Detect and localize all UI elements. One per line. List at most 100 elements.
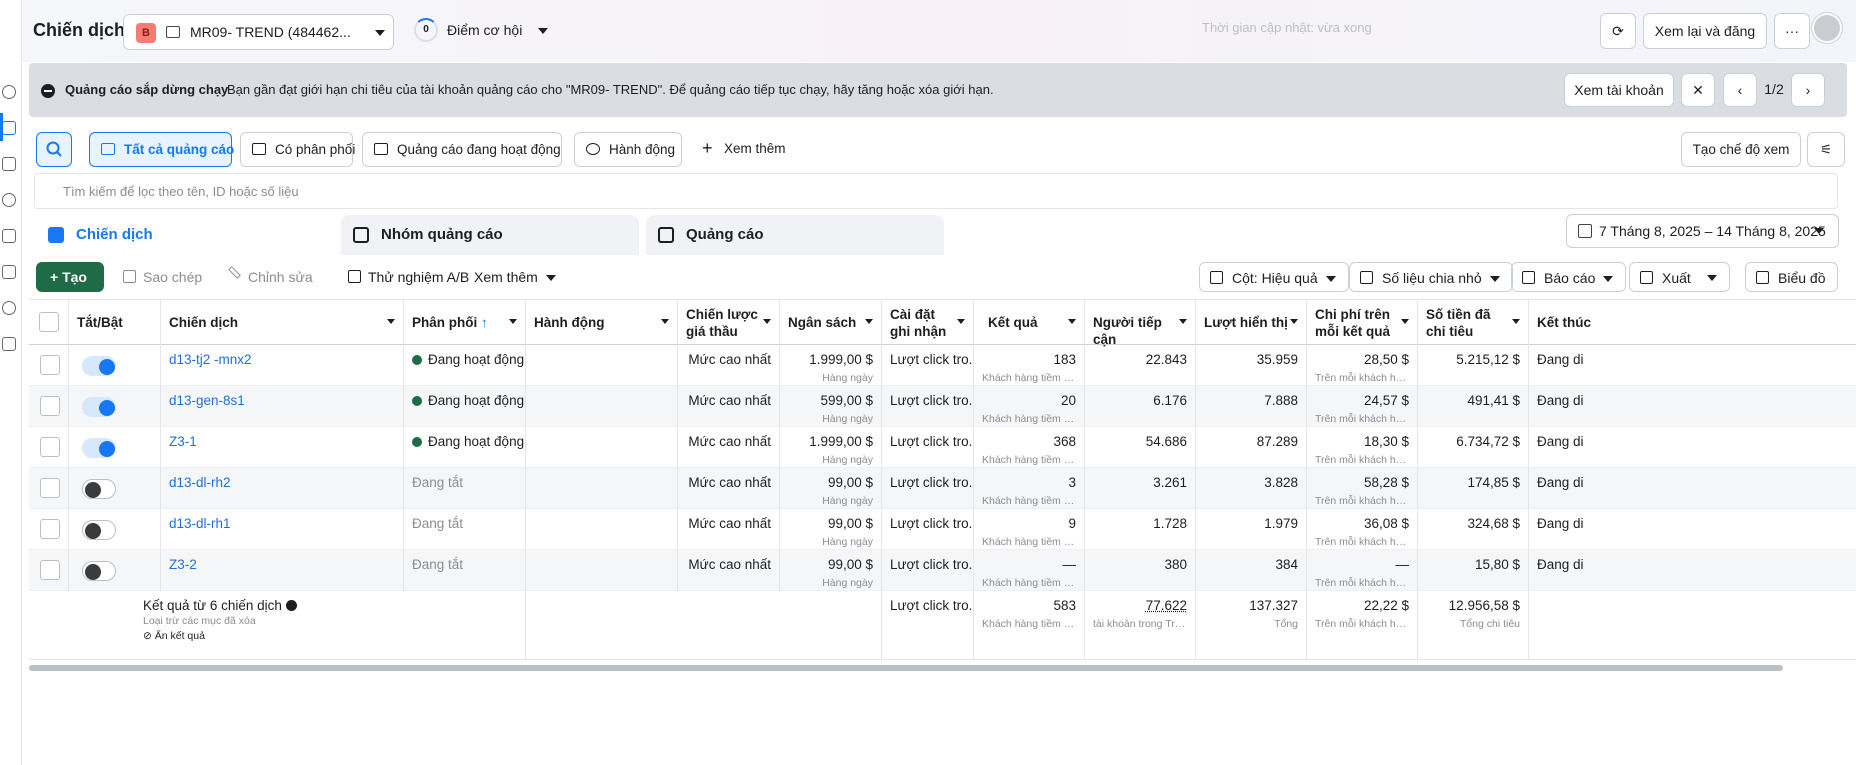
col-bid-strategy[interactable]: Chiến lược giá thầu <box>678 300 780 346</box>
more-options-button[interactable]: ··· <box>1774 13 1810 49</box>
tab-adsets[interactable]: Nhóm quảng cáo <box>341 215 639 255</box>
table-row[interactable]: Z3-1 Đang hoạt động Mức cao nhất 1.999,00 $… <box>29 427 1856 468</box>
table-row[interactable]: d13-gen-8s1 Đang hoạt động Mức cao nhất 599… <box>29 386 1856 427</box>
breakdown-button[interactable]: Số liệu chia nhỏ <box>1349 262 1513 292</box>
row-toggle-cell <box>69 386 161 427</box>
results-sub: Khách hàng tiềm năng... <box>982 495 1076 507</box>
people-nav-icon[interactable] <box>2 193 16 207</box>
budget-cell[interactable]: 1.999,00 $ Hàng ngày <box>780 345 882 386</box>
filter-all-ads[interactable]: Tất cả quảng cáo <box>89 132 234 167</box>
ab-test-button[interactable]: Thử nghiệm A/B <box>344 262 469 292</box>
row-checkbox[interactable] <box>40 560 60 580</box>
filter-actions[interactable]: Hành động <box>574 132 682 167</box>
view-account-button[interactable]: Xem tài khoản <box>1564 73 1674 107</box>
edit-button[interactable]: Chỉnh sửa <box>224 262 313 292</box>
filter-delivery[interactable]: Có phân phối <box>240 132 355 167</box>
next-notice-button[interactable]: › <box>1791 73 1825 107</box>
refresh-button[interactable]: ⟳ <box>1600 13 1636 49</box>
menu-nav-icon[interactable] <box>2 337 16 351</box>
filter-more[interactable]: + Xem thêm <box>690 132 790 167</box>
spend-limit-banner: Quảng cáo sắp dừng chạy Bạn gần đạt giới… <box>29 63 1847 117</box>
col-cost-per-result[interactable]: Chi phí trên mỗi kết quả <box>1307 300 1418 346</box>
col-impressions[interactable]: Lượt hiển thị <box>1196 300 1307 346</box>
col-delivery[interactable]: Phân phối ↑ <box>404 300 526 346</box>
reports-nav-icon[interactable] <box>2 229 16 243</box>
review-publish-button[interactable]: Xem lại và đăng <box>1643 13 1767 49</box>
campaign-name-link[interactable]: d13-dl-rh1 <box>161 509 404 550</box>
tab-ads[interactable]: Quảng cáo <box>646 215 944 255</box>
bid-strategy-cell: Mức cao nhất <box>678 345 780 386</box>
tab-campaigns[interactable]: Chiến dịch <box>36 215 334 255</box>
opportunity-score-gauge: 0 <box>414 18 438 42</box>
gauge-icon[interactable] <box>2 85 16 99</box>
table-row[interactable]: d13-dl-rh1 Đang tắt Mức cao nhất 99,00 $ Hàn… <box>29 509 1856 550</box>
view-settings-button[interactable]: ⚟ <box>1807 132 1845 167</box>
filter-more-label: Xem thêm <box>724 141 786 156</box>
campaign-name-link[interactable]: Z3-2 <box>161 550 404 591</box>
avatar[interactable] <box>1812 13 1842 43</box>
col-results[interactable]: Kết quả <box>974 300 1085 346</box>
campaign-name-link[interactable]: d13-dl-rh2 <box>161 468 404 509</box>
export-button[interactable]: Xuất <box>1629 262 1730 292</box>
budget-cell[interactable]: 1.999,00 $ Hàng ngày <box>780 427 882 468</box>
col-budget[interactable]: Ngân sách <box>780 300 882 346</box>
duplicate-button[interactable]: Sao chép <box>119 262 202 292</box>
cpr-value: 36,08 $ <box>1363 516 1409 531</box>
reach-cell: 380 <box>1085 550 1196 591</box>
horizontal-scrollbar[interactable] <box>29 665 1783 671</box>
create-view-button[interactable]: Tạo chế độ xem <box>1681 132 1801 167</box>
cost-per-result-cell: 24,57 $ Trên mỗi khách hàng t... <box>1307 386 1418 427</box>
campaign-toggle[interactable] <box>82 479 116 499</box>
col-actions[interactable]: Hành động <box>526 300 678 346</box>
toolbar-more-button[interactable]: Xem thêm <box>474 262 556 292</box>
hide-results-link[interactable]: ⊘ Ẩn kết quả <box>143 630 517 642</box>
audience-nav-icon[interactable] <box>2 157 16 171</box>
campaign-toggle[interactable] <box>82 561 116 581</box>
col-amount-spent[interactable]: Số tiền đã chi tiêu <box>1418 300 1529 346</box>
account-selector[interactable]: B MR09- TREND (484462... <box>123 14 394 50</box>
budget-cell[interactable]: 99,00 $ Hàng ngày <box>780 509 882 550</box>
budget-cell[interactable]: 599,00 $ Hàng ngày <box>780 386 882 427</box>
campaign-toggle[interactable] <box>82 438 116 458</box>
campaign-toggle[interactable] <box>82 356 116 376</box>
tools-nav-icon[interactable] <box>2 301 16 315</box>
columns-button[interactable]: Cột: Hiệu quả <box>1199 262 1349 292</box>
row-checkbox[interactable] <box>40 355 60 375</box>
events-nav-icon[interactable] <box>2 265 16 279</box>
budget-value: 99,00 $ <box>827 475 873 490</box>
budget-cell[interactable]: 99,00 $ Hàng ngày <box>780 468 882 509</box>
table-row[interactable]: Z3-2 Đang tắt Mức cao nhất 99,00 $ Hàng ngày… <box>29 550 1856 591</box>
chevron-down-icon <box>1401 319 1409 324</box>
attribution-cell: Lượt click tro... <box>882 550 974 591</box>
totals-reach-value[interactable]: 77.622 <box>1146 598 1187 613</box>
date-range-picker[interactable]: 7 Tháng 8, 2025 – 14 Tháng 8, 2025 <box>1566 214 1839 248</box>
create-button[interactable]: + Tạo <box>36 262 104 292</box>
campaign-toggle[interactable] <box>82 397 116 417</box>
col-reach[interactable]: Người tiếp cận <box>1085 300 1196 347</box>
charts-button[interactable]: Biểu đồ <box>1745 262 1839 292</box>
col-toggle[interactable]: Tắt/Bật <box>69 300 161 346</box>
row-select-cell <box>29 345 69 386</box>
campaign-toggle[interactable] <box>82 520 116 540</box>
row-checkbox[interactable] <box>40 478 60 498</box>
col-campaign[interactable]: Chiến dịch <box>161 300 404 346</box>
campaign-name-link[interactable]: d13-tj2 -mnx2 <box>161 345 404 386</box>
col-end[interactable]: Kết thúc <box>1529 300 1619 346</box>
campaign-name-link[interactable]: d13-gen-8s1 <box>161 386 404 427</box>
prev-notice-button[interactable]: ‹ <box>1723 73 1757 107</box>
campaigns-nav-icon[interactable] <box>2 121 16 135</box>
row-checkbox[interactable] <box>40 519 60 539</box>
reports-button[interactable]: Báo cáo <box>1511 262 1627 292</box>
campaign-name-link[interactable]: Z3-1 <box>161 427 404 468</box>
filter-active-ads[interactable]: Quảng cáo đang hoạt động <box>362 132 562 167</box>
select-all-checkbox[interactable] <box>39 312 59 332</box>
row-checkbox[interactable] <box>40 437 60 457</box>
col-attribution[interactable]: Cài đặt ghi nhận <box>882 300 974 346</box>
table-row[interactable]: d13-tj2 -mnx2 Đang hoạt động Mức cao nhất 1… <box>29 345 1856 386</box>
row-checkbox[interactable] <box>40 396 60 416</box>
search-input[interactable]: Tìm kiếm để lọc theo tên, ID hoặc số liệ… <box>34 173 1838 209</box>
search-button[interactable] <box>36 132 72 167</box>
table-row[interactable]: d13-dl-rh2 Đang tắt Mức cao nhất 99,00 $ Hàn… <box>29 468 1856 509</box>
close-banner-button[interactable]: ✕ <box>1681 73 1715 107</box>
budget-cell[interactable]: 99,00 $ Hàng ngày <box>780 550 882 591</box>
